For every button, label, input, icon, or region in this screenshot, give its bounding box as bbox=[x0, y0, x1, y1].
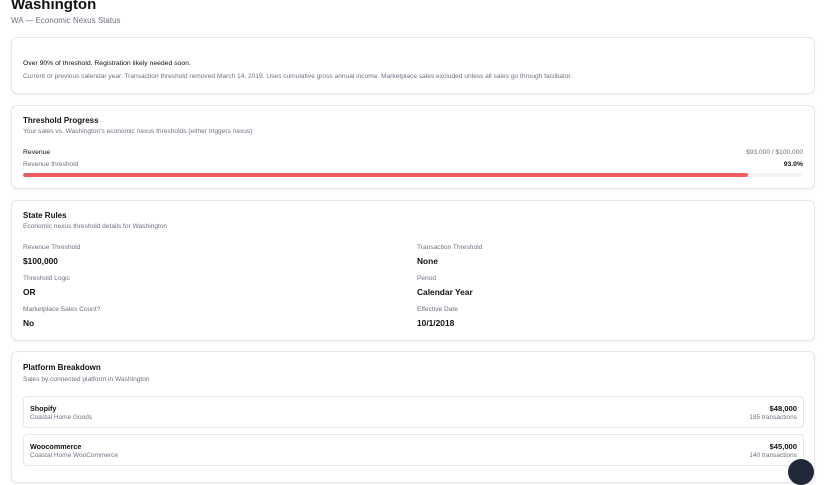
page-subtitle: WA — Economic Nexus Status bbox=[11, 16, 121, 25]
revenue-label: Revenue bbox=[23, 149, 51, 156]
rule-value-revenue-threshold: $100,000 bbox=[23, 256, 58, 266]
revenue-progress-fill bbox=[23, 173, 749, 177]
rule-label-marketplace-sales: Marketplace Sales Count? bbox=[23, 306, 101, 313]
platform-breakdown-card: Platform Breakdown Sales by connected pl… bbox=[11, 351, 815, 483]
platform-breakdown-title: Platform Breakdown bbox=[23, 363, 101, 372]
revenue-threshold-label: Revenue threshold bbox=[23, 161, 79, 168]
rule-label-threshold-logic: Threshold Logic bbox=[23, 275, 70, 282]
platform-amount: $48,000 bbox=[769, 404, 797, 413]
platform-name: Woocommerce bbox=[30, 442, 82, 451]
platform-store: Coastal Home Goods bbox=[30, 414, 93, 421]
alert-details: Current or previous calendar year. Trans… bbox=[23, 73, 573, 80]
state-rules-description: Economic nexus threshold details for Was… bbox=[23, 223, 168, 230]
revenue-value: $93,000 / $100,000 bbox=[746, 149, 803, 156]
threshold-progress-description: Your sales vs. Washington's economic nex… bbox=[23, 128, 253, 135]
rule-value-period: Calendar Year bbox=[417, 287, 473, 297]
rule-label-transaction-threshold: Transaction Threshold bbox=[417, 244, 483, 251]
rule-value-transaction-threshold: None bbox=[417, 256, 438, 266]
rule-label-period: Period bbox=[417, 275, 437, 282]
revenue-progress-bar bbox=[23, 173, 803, 177]
state-rules-card: State Rules Economic nexus threshold det… bbox=[11, 200, 815, 341]
threshold-progress-title: Threshold Progress bbox=[23, 116, 99, 125]
rule-value-marketplace-sales: No bbox=[23, 318, 35, 328]
platform-row-shopify[interactable]: Shopify Coastal Home Goods $48,000 185 t… bbox=[23, 396, 804, 428]
threshold-progress-card: Threshold Progress Your sales vs. Washin… bbox=[11, 105, 815, 189]
page-title: Washington bbox=[11, 0, 97, 13]
platform-breakdown-description: Sales by connected platform in Washingto… bbox=[23, 376, 150, 383]
alert-headline: Over 90% of threshold. Registration like… bbox=[23, 60, 191, 67]
platform-transactions: 185 transactions bbox=[749, 414, 797, 421]
platform-name: Shopify bbox=[30, 404, 57, 413]
rule-value-threshold-logic: OR bbox=[23, 287, 36, 297]
chat-launcher-button[interactable] bbox=[788, 459, 814, 485]
platform-store: Coastal Home WooCommerce bbox=[30, 452, 119, 459]
revenue-percent: 93.0% bbox=[783, 161, 803, 168]
platform-row-woocommerce[interactable]: Woocommerce Coastal Home WooCommerce $45… bbox=[23, 434, 804, 466]
rule-value-effective-date: 10/1/2018 bbox=[417, 318, 455, 328]
platform-transactions: 140 transactions bbox=[749, 452, 797, 459]
state-rules-title: State Rules bbox=[23, 211, 67, 220]
rule-label-effective-date: Effective Date bbox=[417, 306, 458, 313]
rule-label-revenue-threshold: Revenue Threshold bbox=[23, 244, 81, 251]
platform-amount: $45,000 bbox=[769, 442, 797, 451]
alert-card: Over 90% of threshold. Registration like… bbox=[11, 37, 815, 94]
